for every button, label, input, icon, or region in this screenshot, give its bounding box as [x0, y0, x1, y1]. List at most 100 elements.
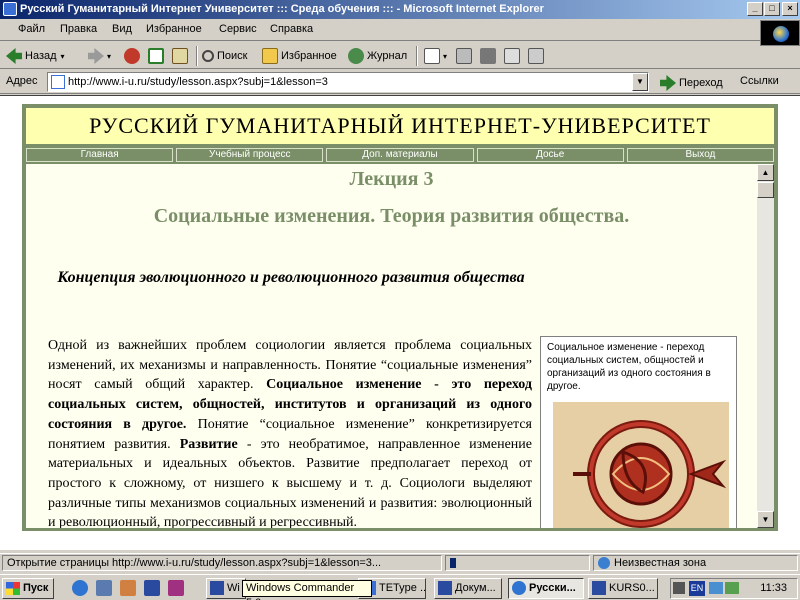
browser-viewport: РУССКИЙ ГУМАНИТАРНЫЙ ИНТЕРНЕТ-УНИВЕРСИТЕ… — [0, 95, 800, 550]
ie-app-icon[interactable] — [3, 2, 17, 16]
print-button[interactable] — [456, 47, 475, 65]
favorites-button[interactable]: Избранное — [262, 47, 337, 65]
desktop-quicklaunch-icon[interactable] — [96, 580, 112, 596]
go-arrow-icon — [660, 75, 676, 91]
tray-app-icon[interactable] — [725, 582, 739, 594]
scroll-up-button[interactable]: ▲ — [757, 164, 774, 181]
search-button[interactable]: Поиск — [202, 47, 247, 65]
scroll-thumb[interactable] — [757, 182, 774, 198]
app-quicklaunch-icon[interactable] — [120, 580, 136, 596]
status-text: Открытие страницы http://www.i-u.ru/stud… — [7, 557, 382, 569]
back-arrow-icon — [6, 48, 22, 64]
speaker-icon[interactable] — [673, 582, 685, 594]
word-icon — [438, 581, 452, 595]
nav-dossier[interactable]: Досье — [476, 148, 624, 162]
taskbar-label: KURS0... — [609, 582, 655, 594]
section-heading: Концепция эволюционного и революционного… — [57, 269, 525, 286]
close-button[interactable]: × — [782, 2, 798, 16]
refresh-button[interactable] — [148, 47, 167, 65]
menu-edit[interactable]: Правка — [60, 23, 97, 35]
media-quicklaunch-icon[interactable] — [168, 580, 184, 596]
mail-icon — [424, 48, 440, 64]
go-label: Переход — [679, 77, 723, 89]
word-quicklaunch-icon[interactable] — [144, 580, 160, 596]
taskbar-item-document[interactable]: Докум... — [434, 578, 502, 599]
taskbar-item-russian-ie[interactable]: Русски... — [508, 578, 584, 599]
forward-button[interactable]: ▾ — [88, 47, 111, 65]
home-icon — [172, 48, 188, 64]
clock[interactable]: 11:33 — [760, 582, 787, 594]
discuss-button[interactable] — [504, 47, 523, 65]
home-button[interactable] — [172, 47, 191, 65]
chevron-down-icon: ▾ — [443, 51, 448, 61]
stop-icon — [124, 48, 140, 64]
messenger-button[interactable] — [528, 47, 547, 65]
address-input[interactable]: http://www.i-u.ru/study/lesson.aspx?subj… — [47, 72, 649, 92]
forward-arrow-icon — [88, 48, 104, 64]
definition-sidebox: Социальное изменение - переход социальны… — [540, 336, 737, 528]
site-frame: РУССКИЙ ГУМАНИТАРНЫЙ ИНТЕРНЕТ-УНИВЕРСИТЕ… — [22, 104, 778, 531]
nav-materials[interactable]: Доп. материалы — [326, 148, 474, 162]
menu-tools[interactable]: Сервис — [219, 23, 257, 35]
taskbar-label: Докум... — [455, 582, 496, 594]
messenger-icon — [528, 48, 544, 64]
sidebox-text: Социальное изменение - переход социальны… — [547, 342, 711, 392]
favorites-label: Избранное — [281, 50, 337, 62]
zone-text: Неизвестная зона — [614, 557, 707, 569]
taskbar-tooltip: Windows Commander 5.0 — [242, 580, 372, 600]
taskbar-label: Русски... — [529, 582, 576, 594]
go-button[interactable]: Переход — [660, 75, 723, 91]
menu-bar: Файл Правка Вид Избранное Сервис Справка — [0, 20, 800, 41]
nav-logout[interactable]: Выход — [626, 148, 775, 162]
celtic-ornament-image — [553, 402, 729, 528]
progress-fill — [450, 558, 456, 568]
minimize-button[interactable]: _ — [747, 2, 763, 16]
address-dropdown-button[interactable]: ▼ — [632, 73, 648, 91]
status-bar: Открытие страницы http://www.i-u.ru/stud… — [0, 553, 800, 571]
network-icon[interactable] — [709, 582, 723, 594]
maximize-button[interactable]: □ — [764, 2, 780, 16]
menu-file[interactable]: Файл — [18, 23, 45, 35]
taskbar-label: TEType ... — [379, 582, 426, 594]
nav-study[interactable]: Учебный процесс — [176, 148, 324, 162]
scroll-down-button[interactable]: ▼ — [757, 511, 774, 528]
windows-globe-icon — [773, 26, 789, 42]
start-button[interactable]: Пуск — [2, 578, 54, 599]
links-label: Ссылки — [740, 75, 779, 87]
site-header: РУССКИЙ ГУМАНИТАРНЫЙ ИНТЕРНЕТ-УНИВЕРСИТЕ… — [26, 108, 774, 144]
status-message: Открытие страницы http://www.i-u.ru/stud… — [2, 555, 442, 571]
back-button[interactable]: Назад ▾ — [6, 47, 65, 65]
app-icon — [210, 581, 224, 595]
page-scrollbar[interactable]: ▲ ▼ — [757, 164, 774, 528]
address-bar: Адрес http://www.i-u.ru/study/lesson.asp… — [0, 70, 800, 94]
windows-flag-icon — [6, 582, 20, 595]
discuss-icon — [504, 48, 520, 64]
progress-bar — [445, 555, 590, 571]
window-title: Русский Гуманитарный Интернет Университе… — [20, 3, 544, 15]
zone-globe-icon — [598, 557, 610, 570]
system-tray: EN 11:33 — [670, 578, 798, 599]
address-label: Адрес — [6, 75, 38, 87]
menu-help[interactable]: Справка — [270, 23, 313, 35]
window-titlebar[interactable]: Русский Гуманитарный Интернет Университе… — [0, 0, 800, 19]
refresh-icon — [148, 48, 164, 64]
links-button[interactable]: Ссылки — [740, 75, 779, 87]
menu-view[interactable]: Вид — [112, 23, 132, 35]
start-label: Пуск — [23, 582, 49, 594]
lecture-number: Лекция 3 — [349, 168, 434, 190]
menu-favorites[interactable]: Избранное — [146, 23, 202, 35]
taskbar-item-kurs[interactable]: KURS0... — [588, 578, 658, 599]
printer-icon — [456, 48, 472, 64]
stop-button[interactable] — [124, 47, 143, 65]
taskbar-item-windows-commander[interactable]: Wi — [206, 578, 246, 599]
language-indicator[interactable]: EN — [689, 581, 705, 596]
address-url: http://www.i-u.ru/study/lesson.aspx?subj… — [68, 76, 328, 88]
mail-button[interactable]: ▾ — [424, 47, 447, 65]
nav-home[interactable]: Главная — [26, 148, 174, 162]
term-bold: Развитие — [179, 436, 238, 452]
ie-quicklaunch-icon[interactable] — [72, 580, 88, 596]
taskbar-label: Wi — [227, 582, 240, 594]
chevron-down-icon: ▾ — [60, 51, 65, 61]
history-button[interactable]: Журнал — [348, 47, 407, 65]
edit-button[interactable] — [480, 47, 499, 65]
